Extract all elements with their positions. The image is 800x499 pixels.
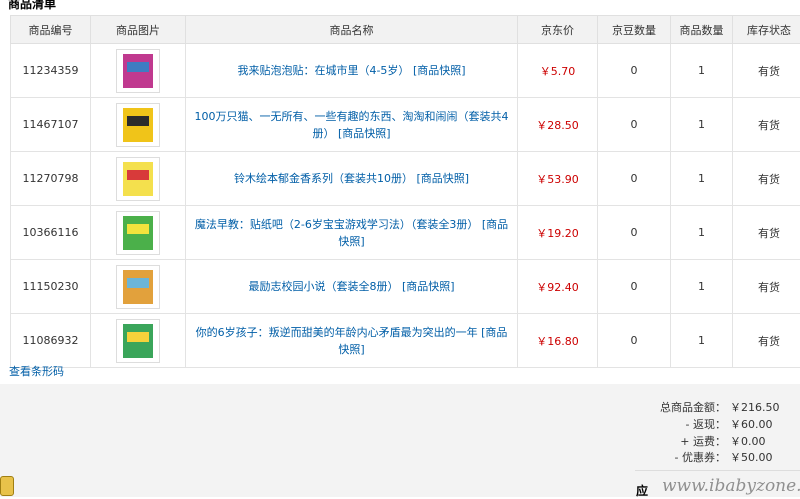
item-beans: 0 — [598, 44, 671, 98]
table-row: 10366116 魔法早教：贴纸吧（2-6岁宝宝游戏学习法）（套装全3册） [商… — [11, 206, 800, 260]
item-stock: 有货 — [733, 260, 800, 314]
item-beans: 0 — [598, 98, 671, 152]
item-price: ￥53.90 — [518, 152, 598, 206]
item-beans: 0 — [598, 206, 671, 260]
item-qty: 1 — [671, 314, 733, 368]
product-name-link[interactable]: 魔法早教：贴纸吧（2-6岁宝宝游戏学习法）（套装全3册） [商品快照] — [195, 218, 508, 248]
item-id: 10366116 — [11, 206, 91, 260]
item-price: ￥5.70 — [518, 44, 598, 98]
view-barcode-link[interactable]: 查看条形码 — [9, 363, 64, 379]
summary-shipping-value: ￥0.00 — [726, 433, 788, 449]
item-id: 11234359 — [11, 44, 91, 98]
notification-icon[interactable] — [0, 476, 14, 496]
summary-total-row: 总商品金额：￥216.50 — [548, 399, 788, 415]
product-thumbnail[interactable] — [116, 265, 160, 309]
item-id: 11086932 — [11, 314, 91, 368]
table-row: 11234359 我来贴泡泡贴：在城市里（4-5岁） [商品快照] ￥5.70 … — [11, 44, 800, 98]
item-price: ￥92.40 — [518, 260, 598, 314]
summary-total-value: ￥216.50 — [726, 399, 788, 415]
product-thumbnail[interactable] — [116, 319, 160, 363]
table-row: 11150230 最励志校园小说（套装全8册） [商品快照] ￥92.40 0 … — [11, 260, 800, 314]
item-qty: 1 — [671, 206, 733, 260]
summary-shipping-label: + 运费： — [680, 433, 726, 449]
item-beans: 0 — [598, 314, 671, 368]
summary-discount-value: ￥50.00 — [726, 449, 788, 465]
snapshot-link[interactable]: [商品快照] — [338, 127, 391, 140]
order-items-table: 商品编号 商品图片 商品名称 京东价 京豆数量 商品数量 库存状态 112343… — [10, 15, 800, 368]
item-price: ￥28.50 — [518, 98, 598, 152]
summary-rebate-label: - 返现： — [686, 416, 726, 432]
product-name-link[interactable]: 最励志校园小说（套装全8册） [商品快照] — [248, 280, 454, 293]
item-price: ￥19.20 — [518, 206, 598, 260]
product-name-link[interactable]: 铃木绘本郁金香系列（套装共10册） [商品快照] — [234, 172, 469, 185]
snapshot-link[interactable]: [商品快照] — [416, 172, 469, 185]
item-stock: 有货 — [733, 206, 800, 260]
summary-divider — [635, 470, 800, 471]
table-row: 11086932 你的6岁孩子：叛逆而甜美的年龄内心矛盾最为突出的一年 [商品快… — [11, 314, 800, 368]
product-thumbnail[interactable] — [116, 157, 160, 201]
table-header-row: 商品编号 商品图片 商品名称 京东价 京豆数量 商品数量 库存状态 — [11, 16, 800, 44]
col-header-price: 京东价 — [518, 16, 598, 44]
table-row: 11270798 铃木绘本郁金香系列（套装共10册） [商品快照] ￥53.90… — [11, 152, 800, 206]
product-name-link[interactable]: 你的6岁孩子：叛逆而甜美的年龄内心矛盾最为突出的一年 [商品快照] — [196, 326, 508, 356]
item-stock: 有货 — [733, 314, 800, 368]
snapshot-link[interactable]: [商品快照] — [413, 64, 466, 77]
item-id: 11150230 — [11, 260, 91, 314]
summary-rebate-value: ￥60.00 — [726, 416, 788, 432]
item-id: 11467107 — [11, 98, 91, 152]
watermark: www.ibabyzone.cn — [662, 476, 800, 496]
col-header-beans: 京豆数量 — [598, 16, 671, 44]
product-thumbnail[interactable] — [116, 49, 160, 93]
payable-label: 应 — [636, 482, 648, 499]
product-name-link[interactable]: 我来贴泡泡贴：在城市里（4-5岁） [商品快照] — [237, 64, 465, 77]
col-header-image: 商品图片 — [91, 16, 186, 44]
table-row: 11467107 100万只猫、一无所有、一些有趣的东西、淘淘和闹闹（套装共4册… — [11, 98, 800, 152]
section-title: 商品清单 — [8, 0, 56, 12]
col-header-qty: 商品数量 — [671, 16, 733, 44]
snapshot-link[interactable]: [商品快照] — [402, 280, 455, 293]
item-beans: 0 — [598, 260, 671, 314]
product-thumbnail[interactable] — [116, 211, 160, 255]
col-header-stock: 库存状态 — [733, 16, 800, 44]
col-header-id: 商品编号 — [11, 16, 91, 44]
summary-total-label: 总商品金额： — [660, 399, 726, 415]
item-qty: 1 — [671, 152, 733, 206]
product-thumbnail[interactable] — [116, 103, 160, 147]
summary-discount-row: - 优惠券：￥50.00 — [548, 449, 788, 465]
item-qty: 1 — [671, 98, 733, 152]
item-stock: 有货 — [733, 152, 800, 206]
product-name-link[interactable]: 100万只猫、一无所有、一些有趣的东西、淘淘和闹闹（套装共4册） [商品快照] — [195, 110, 509, 140]
item-id: 11270798 — [11, 152, 91, 206]
summary-rebate-row: - 返现：￥60.00 — [548, 416, 788, 432]
col-header-name: 商品名称 — [186, 16, 518, 44]
item-price: ￥16.80 — [518, 314, 598, 368]
item-stock: 有货 — [733, 44, 800, 98]
item-qty: 1 — [671, 260, 733, 314]
item-qty: 1 — [671, 44, 733, 98]
summary-shipping-row: + 运费：￥0.00 — [548, 433, 788, 449]
summary-discount-label: - 优惠券： — [675, 449, 726, 465]
item-beans: 0 — [598, 152, 671, 206]
item-stock: 有货 — [733, 98, 800, 152]
